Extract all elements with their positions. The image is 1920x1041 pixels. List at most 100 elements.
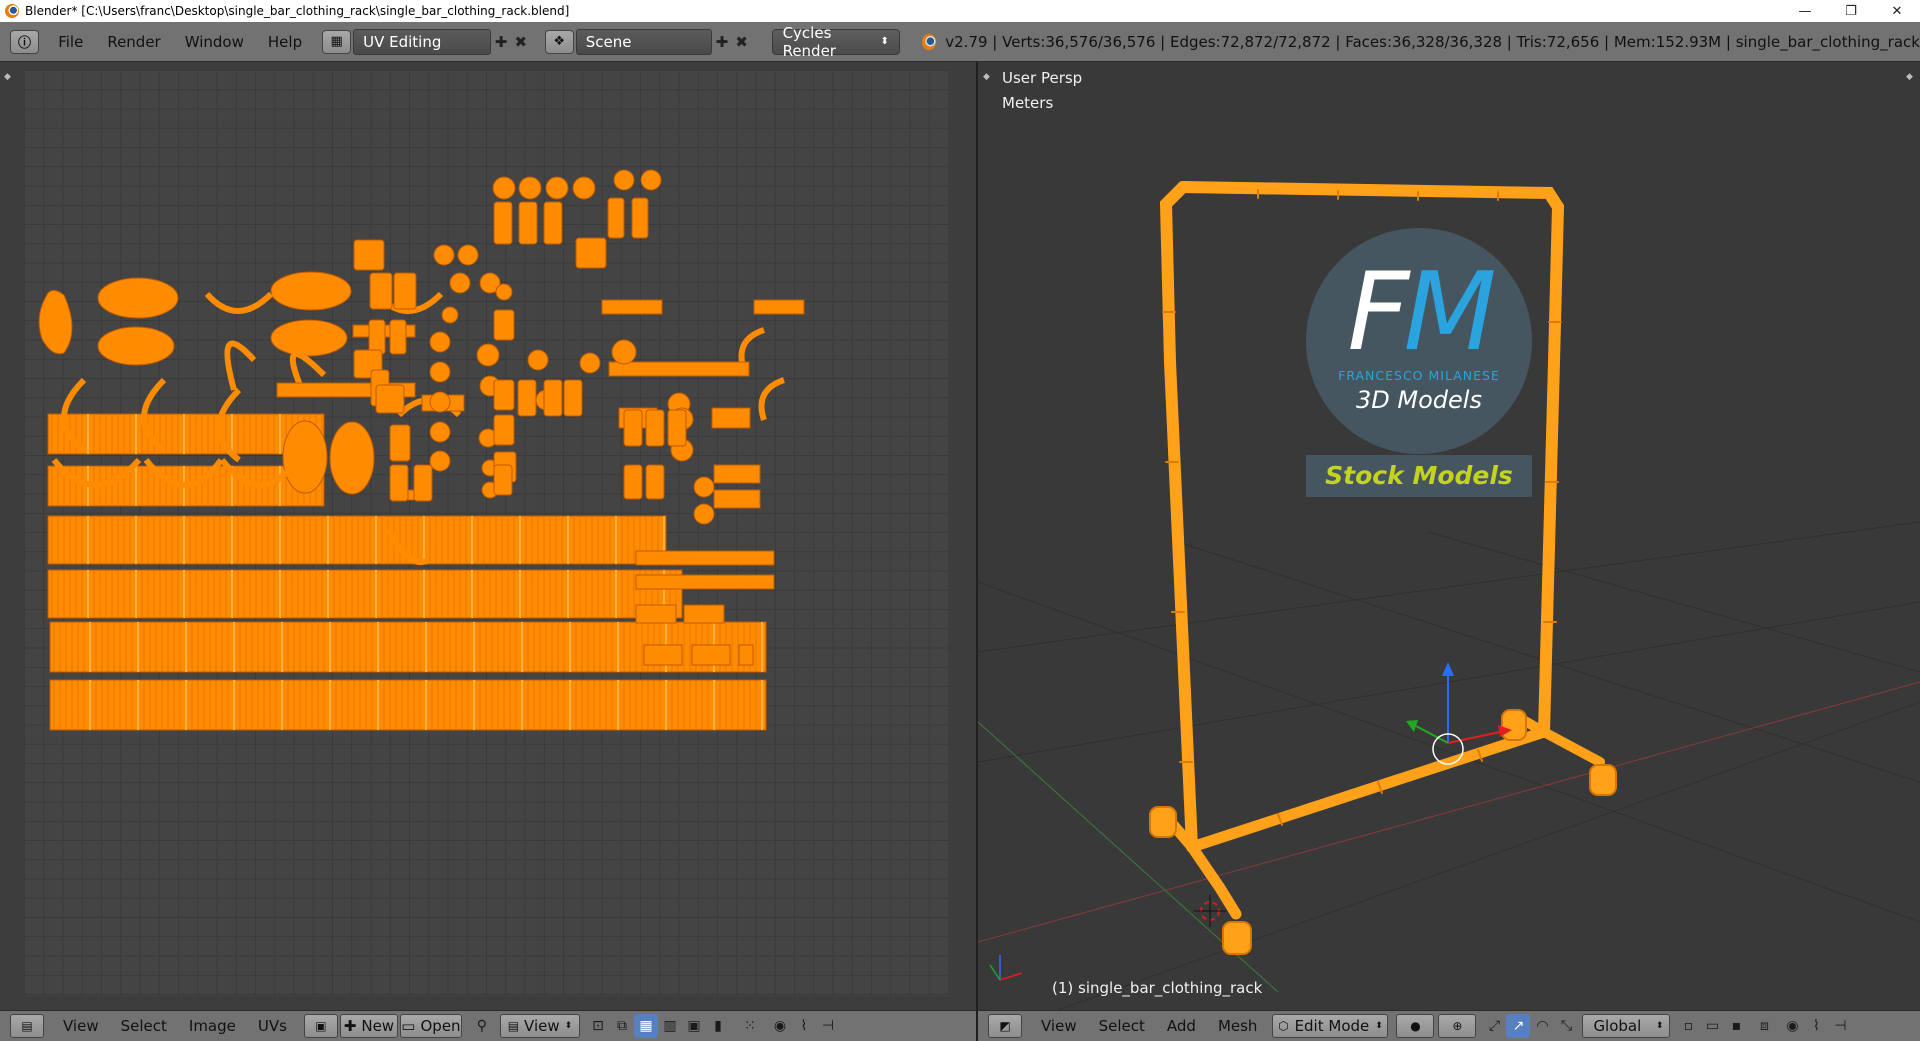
face-select-icon[interactable]: ▣ bbox=[682, 1014, 706, 1038]
uv-block-island bbox=[543, 201, 563, 245]
uv-block-island bbox=[623, 409, 643, 447]
translate-manipulator-icon[interactable]: ↗ bbox=[1506, 1014, 1531, 1038]
view-mode-icon: ▤ bbox=[507, 1019, 520, 1033]
close-window-button[interactable]: ✕ bbox=[1874, 0, 1920, 22]
scene-field[interactable]: Scene bbox=[575, 28, 712, 55]
vertex-select-mode-icon[interactable]: ▫ bbox=[1676, 1014, 1700, 1038]
menu-render[interactable]: Render bbox=[95, 22, 172, 62]
logo-initials: FM bbox=[1306, 250, 1532, 375]
uv-circle-island bbox=[429, 361, 451, 383]
rotate-manipulator-icon[interactable]: ◠ bbox=[1530, 1014, 1554, 1038]
edge-select-mode-icon[interactable]: ▭ bbox=[1700, 1014, 1724, 1038]
uv-island bbox=[270, 271, 352, 311]
proportional-editing-icon[interactable]: ◉ bbox=[1780, 1014, 1804, 1038]
uv-block-island bbox=[645, 409, 665, 447]
uv-menu-image[interactable]: Image bbox=[178, 1017, 247, 1035]
sticky-selection-icon[interactable]: ⁙ bbox=[738, 1014, 762, 1038]
window-title: Blender* [C:\Users\franc\Desktop\single_… bbox=[25, 4, 570, 18]
transform-orientation-dropdown[interactable]: Global ⬍ bbox=[1582, 1014, 1671, 1038]
vp-menu-view[interactable]: View bbox=[1030, 1017, 1088, 1035]
snap-icon[interactable]: ⌇ bbox=[792, 1014, 816, 1038]
menu-file[interactable]: File bbox=[46, 22, 95, 62]
scene-icon: ❖ bbox=[553, 34, 566, 49]
add-scene-button[interactable]: ✚ bbox=[712, 29, 732, 55]
uv-island bbox=[691, 644, 731, 666]
solid-shading-icon: ● bbox=[1410, 1019, 1421, 1033]
image-editor-icon: ▤ bbox=[21, 1019, 33, 1033]
scene-selector[interactable]: ❖ bbox=[544, 29, 574, 54]
snap-toggle-icon[interactable]: ⌇ bbox=[1804, 1014, 1828, 1038]
uv-circle-island bbox=[492, 176, 516, 200]
pivot-point-icon: ⊕ bbox=[1452, 1019, 1463, 1033]
viewport-shading-dropdown[interactable]: ● bbox=[1396, 1014, 1435, 1038]
uv-bar-strip bbox=[47, 413, 325, 455]
3d-viewport[interactable]: User Persp Meters (1) single_bar_clothin… bbox=[978, 62, 1920, 1010]
vp-menu-select[interactable]: Select bbox=[1088, 1017, 1156, 1035]
uv-circle-island bbox=[429, 421, 451, 443]
logo-initial-f: F bbox=[1347, 250, 1409, 375]
edge-select-icon[interactable]: ▥ bbox=[658, 1014, 682, 1038]
manipulator-toggle-icon[interactable]: ⤢ bbox=[1482, 1014, 1506, 1038]
uv-arc-island bbox=[224, 340, 257, 391]
uv-island bbox=[270, 319, 348, 357]
uv-menu-uvs[interactable]: UVs bbox=[247, 1017, 298, 1035]
plus-icon: ✚ bbox=[343, 1017, 357, 1035]
screen-layout-name: UV Editing bbox=[363, 32, 442, 51]
vp-menu-add[interactable]: Add bbox=[1156, 1017, 1207, 1035]
menu-help[interactable]: Help bbox=[256, 22, 314, 62]
uv-bar-strip bbox=[47, 515, 667, 565]
stock-models-badge: Stock Models bbox=[1306, 455, 1532, 497]
uv-menu-view[interactable]: View bbox=[52, 1017, 110, 1035]
uv-circle-island bbox=[476, 343, 500, 367]
menu-window[interactable]: Window bbox=[173, 22, 256, 62]
uv-circle-island bbox=[429, 450, 451, 472]
screen-layout-selector[interactable]: ▦ bbox=[322, 29, 352, 54]
snap-target-icon[interactable]: ⊣ bbox=[816, 1014, 840, 1038]
interaction-mode-dropdown[interactable]: ⬡ Edit Mode ⬍ bbox=[1272, 1014, 1389, 1038]
uv-islands-canvas[interactable] bbox=[24, 70, 948, 996]
limit-selection-icon[interactable]: ⧈ bbox=[1752, 1014, 1776, 1038]
delete-scene-button[interactable]: ✖ bbox=[732, 29, 752, 55]
pivot-icon[interactable]: ⊡ bbox=[586, 1014, 610, 1038]
delete-layout-button[interactable]: ✖ bbox=[511, 29, 531, 55]
expand-tools-arrow-icon[interactable]: ◆ bbox=[4, 72, 14, 82]
pin-icon[interactable]: ⚲ bbox=[470, 1014, 494, 1038]
vertex-select-icon[interactable]: ▦ bbox=[633, 1014, 658, 1038]
close-icon: ✖ bbox=[514, 32, 528, 51]
caster bbox=[1149, 806, 1177, 838]
render-engine-dropdown[interactable]: Cycles Render ⬍ bbox=[771, 24, 900, 60]
uv-circle-island bbox=[527, 349, 549, 371]
uv-island bbox=[601, 299, 663, 315]
vp-menu-mesh[interactable]: Mesh bbox=[1207, 1017, 1269, 1035]
scale-manipulator-icon[interactable]: ⤡ bbox=[1554, 1014, 1578, 1038]
uv-block-island bbox=[493, 201, 513, 245]
uv-circle-island bbox=[693, 476, 715, 498]
pivot-point-dropdown[interactable]: ⊕ bbox=[1438, 1014, 1477, 1038]
editor-type-button[interactable]: ▤ bbox=[10, 1014, 44, 1038]
maximize-button[interactable]: ❐ bbox=[1828, 0, 1874, 22]
view-mode-dropdown[interactable]: ▤ View ⬍ bbox=[499, 1014, 580, 1038]
open-image-button[interactable]: ▭ Open bbox=[399, 1014, 462, 1038]
add-layout-button[interactable]: ✚ bbox=[491, 29, 511, 55]
screen-layout-field[interactable]: UV Editing bbox=[353, 28, 492, 55]
close-icon: ✖ bbox=[735, 32, 748, 51]
snap-element-icon[interactable]: ⊣ bbox=[1828, 1014, 1852, 1038]
new-image-button[interactable]: ✚ New bbox=[339, 1014, 398, 1038]
uv-image-editor[interactable]: ◆ bbox=[0, 62, 976, 1010]
expand-properties-arrow-icon[interactable]: ◆ bbox=[1906, 72, 1916, 82]
uv-grid[interactable] bbox=[24, 70, 948, 996]
face-select-mode-icon[interactable]: ▪ bbox=[1724, 1014, 1748, 1038]
viewport-editor-type-button[interactable]: ◩ bbox=[988, 1014, 1022, 1038]
uv-menu-select[interactable]: Select bbox=[110, 1017, 178, 1035]
island-select-icon[interactable]: ▮ bbox=[706, 1014, 730, 1038]
image-browse-button[interactable]: ▣ bbox=[303, 1014, 338, 1038]
uv-island bbox=[635, 574, 775, 590]
editor-type-info-button[interactable]: ⓘ bbox=[10, 29, 40, 54]
uv-block-island bbox=[575, 237, 607, 269]
uv-islands bbox=[38, 169, 805, 731]
expand-toolshelf-arrow-icon[interactable]: ◆ bbox=[983, 72, 993, 82]
minimize-button[interactable]: — bbox=[1782, 0, 1828, 22]
uv-arc-island bbox=[758, 377, 786, 421]
proportional-edit-icon[interactable]: ◉ bbox=[768, 1014, 792, 1038]
sync-selection-icon[interactable]: ⧉ bbox=[610, 1014, 634, 1038]
